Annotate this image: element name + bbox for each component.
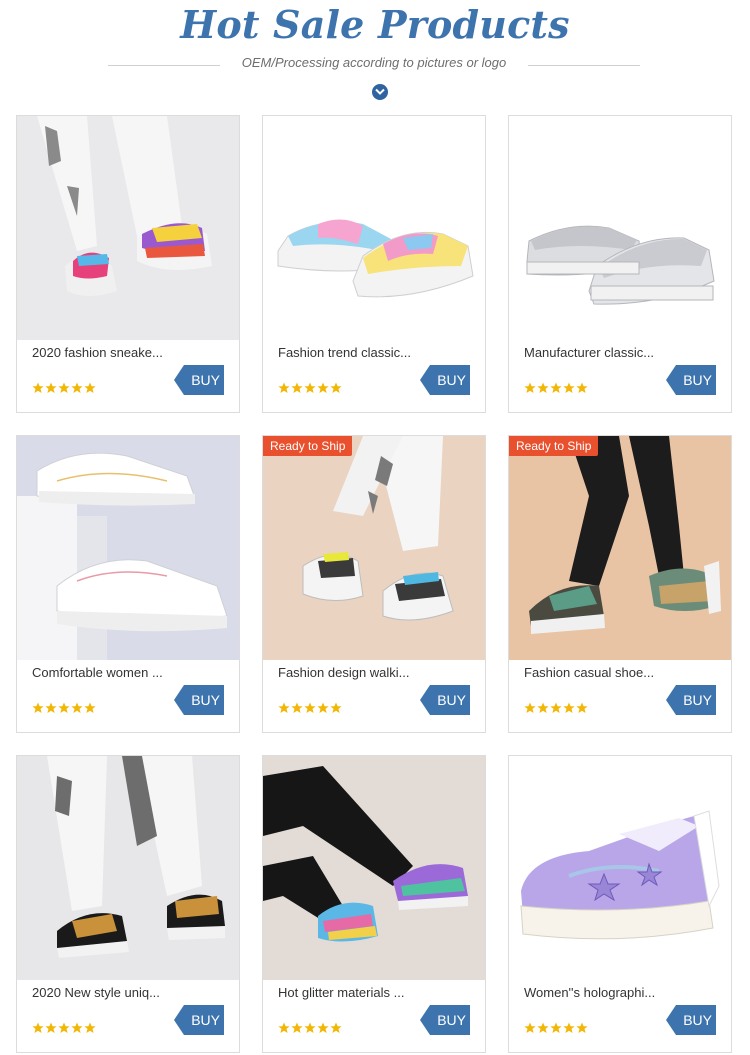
product-card[interactable]: Ready to Ship Fashion design walki... BU… xyxy=(262,435,486,733)
rating-stars xyxy=(524,701,589,713)
product-image[interactable] xyxy=(17,756,239,980)
star-icon xyxy=(576,702,588,713)
star-icon xyxy=(304,702,316,713)
star-icon xyxy=(58,382,70,393)
product-image[interactable] xyxy=(263,116,485,340)
subtitle-row: OEM/Processing according to pictures or … xyxy=(108,55,640,73)
star-icon xyxy=(58,702,70,713)
star-icon xyxy=(317,382,329,393)
buy-button[interactable]: BUY xyxy=(420,685,470,715)
buy-button[interactable]: BUY xyxy=(666,365,716,395)
star-icon xyxy=(84,702,96,713)
star-icon xyxy=(537,382,549,393)
star-icon xyxy=(524,1022,536,1033)
star-icon xyxy=(330,1022,342,1033)
buy-button[interactable]: BUY xyxy=(174,1005,224,1035)
star-icon xyxy=(550,382,562,393)
product-card[interactable]: Women''s holographi... BUY xyxy=(508,755,732,1053)
product-name[interactable]: Manufacturer classic... xyxy=(524,345,654,360)
star-icon xyxy=(45,702,57,713)
star-icon xyxy=(71,382,83,393)
product-image[interactable] xyxy=(509,116,731,340)
rating-stars xyxy=(32,701,97,713)
rating-stars xyxy=(524,381,589,393)
product-image[interactable] xyxy=(17,116,239,340)
product-name[interactable]: Women''s holographi... xyxy=(524,985,655,1000)
product-card[interactable]: Comfortable women ... BUY xyxy=(16,435,240,733)
star-icon xyxy=(537,1022,549,1033)
star-icon xyxy=(317,1022,329,1033)
star-icon xyxy=(330,382,342,393)
product-image[interactable] xyxy=(17,436,239,660)
star-icon xyxy=(291,1022,303,1033)
star-icon xyxy=(58,1022,70,1033)
star-icon xyxy=(32,702,44,713)
star-icon xyxy=(576,1022,588,1033)
star-icon xyxy=(71,702,83,713)
star-icon xyxy=(304,1022,316,1033)
star-icon xyxy=(45,382,57,393)
section-title: Hot Sale Products xyxy=(180,2,570,47)
star-icon xyxy=(71,1022,83,1033)
star-icon xyxy=(278,1022,290,1033)
rating-stars xyxy=(278,701,343,713)
product-name[interactable]: Comfortable women ... xyxy=(32,665,163,680)
product-card[interactable]: Fashion trend classic... BUY xyxy=(262,115,486,413)
product-card[interactable]: 2020 fashion sneake... BUY xyxy=(16,115,240,413)
buy-button[interactable]: BUY xyxy=(420,365,470,395)
star-icon xyxy=(563,1022,575,1033)
star-icon xyxy=(84,382,96,393)
ready-to-ship-badge: Ready to Ship xyxy=(263,436,353,456)
star-icon xyxy=(317,702,329,713)
product-card[interactable]: Ready to Ship Fashion casual shoe... BUY xyxy=(508,435,732,733)
star-icon xyxy=(563,382,575,393)
product-name[interactable]: 2020 New style uniq... xyxy=(32,985,160,1000)
buy-button[interactable]: BUY xyxy=(666,685,716,715)
product-name[interactable]: 2020 fashion sneake... xyxy=(32,345,163,360)
product-name[interactable]: Fashion design walki... xyxy=(278,665,410,680)
star-icon xyxy=(330,702,342,713)
product-card[interactable]: Manufacturer classic... BUY xyxy=(508,115,732,413)
chevron-down-icon[interactable] xyxy=(372,84,388,100)
star-icon xyxy=(291,702,303,713)
buy-button[interactable]: BUY xyxy=(666,1005,716,1035)
star-icon xyxy=(563,702,575,713)
star-icon xyxy=(537,702,549,713)
star-icon xyxy=(32,382,44,393)
star-icon xyxy=(304,382,316,393)
star-icon xyxy=(45,1022,57,1033)
star-icon xyxy=(524,702,536,713)
divider-right xyxy=(528,65,640,66)
buy-button[interactable]: BUY xyxy=(420,1005,470,1035)
rating-stars xyxy=(32,1021,97,1033)
star-icon xyxy=(32,1022,44,1033)
product-image[interactable] xyxy=(263,436,485,660)
section-header: Hot Sale Products OEM/Processing accordi… xyxy=(0,0,750,110)
product-name[interactable]: Hot glitter materials ... xyxy=(278,985,404,1000)
product-image[interactable] xyxy=(509,436,731,660)
star-icon xyxy=(291,382,303,393)
product-name[interactable]: Fashion casual shoe... xyxy=(524,665,654,680)
buy-button[interactable]: BUY xyxy=(174,365,224,395)
product-card[interactable]: 2020 New style uniq... BUY xyxy=(16,755,240,1053)
star-icon xyxy=(278,702,290,713)
product-name[interactable]: Fashion trend classic... xyxy=(278,345,411,360)
rating-stars xyxy=(524,1021,589,1033)
star-icon xyxy=(278,382,290,393)
rating-stars xyxy=(278,381,343,393)
product-image[interactable] xyxy=(263,756,485,980)
product-image[interactable] xyxy=(509,756,731,980)
rating-stars xyxy=(278,1021,343,1033)
section-subtitle: OEM/Processing according to pictures or … xyxy=(241,55,507,70)
star-icon xyxy=(550,1022,562,1033)
buy-button[interactable]: BUY xyxy=(174,685,224,715)
star-icon xyxy=(84,1022,96,1033)
star-icon xyxy=(550,702,562,713)
star-icon xyxy=(524,382,536,393)
product-card[interactable]: Hot glitter materials ... BUY xyxy=(262,755,486,1053)
rating-stars xyxy=(32,381,97,393)
ready-to-ship-badge: Ready to Ship xyxy=(509,436,599,456)
star-icon xyxy=(576,382,588,393)
